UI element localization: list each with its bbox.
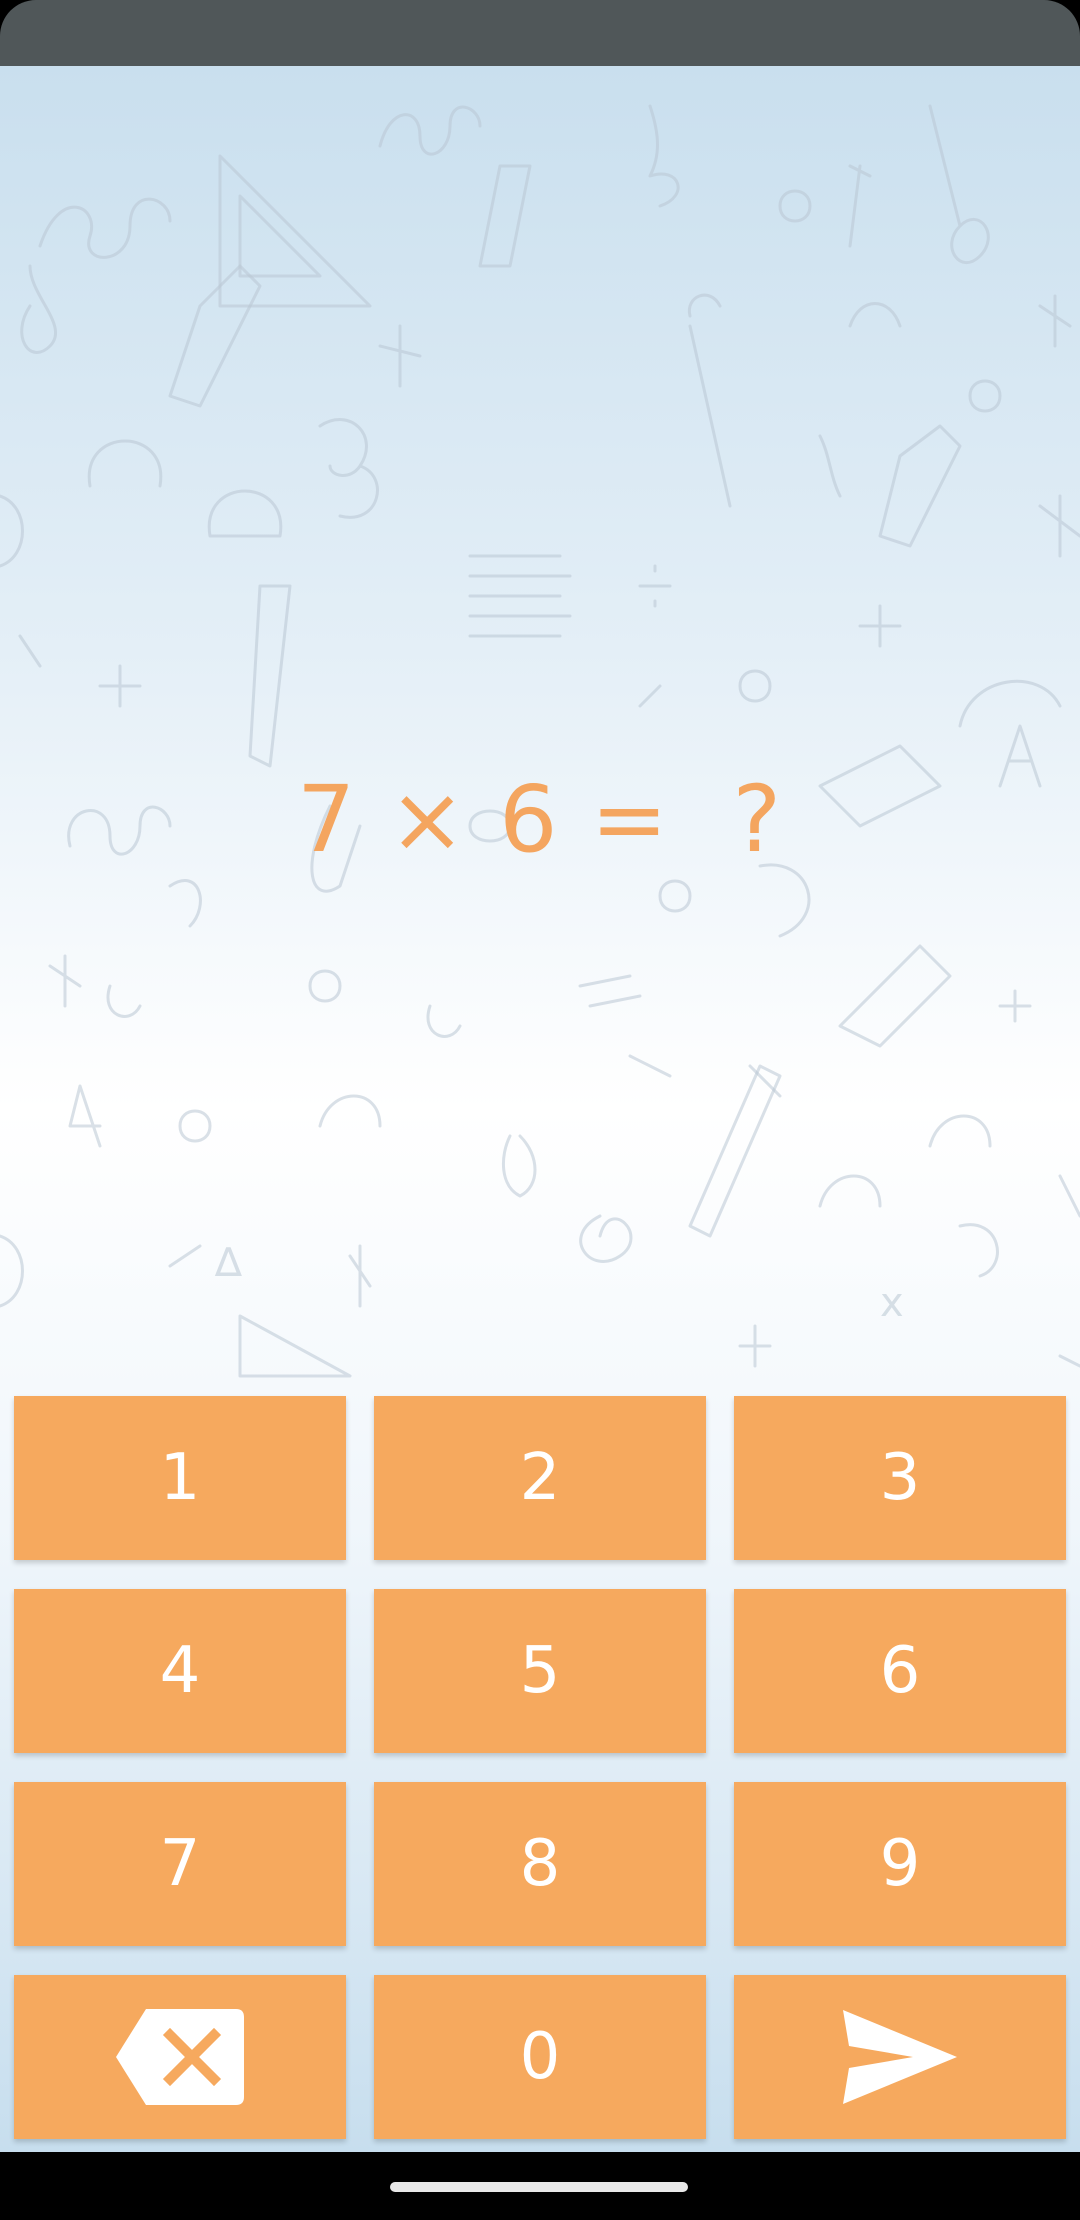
key-label: 4 xyxy=(159,1634,201,1708)
operator-multiply: × xyxy=(388,766,468,873)
send-icon xyxy=(843,2010,957,2104)
key-0[interactable]: 0 xyxy=(374,1975,706,2139)
key-4[interactable]: 4 xyxy=(14,1589,346,1753)
key-label: 6 xyxy=(879,1634,921,1708)
math-question: 7 × 6 = ? xyxy=(0,766,1080,873)
key-label: 9 xyxy=(879,1827,921,1901)
key-5[interactable]: 5 xyxy=(374,1589,706,1753)
app-area: ∆ x 7 × 6 = ? 1 2 3 4 5 6 7 8 9 0 xyxy=(0,66,1080,2152)
key-label: 1 xyxy=(159,1441,201,1515)
key-2[interactable]: 2 xyxy=(374,1396,706,1560)
key-9[interactable]: 9 xyxy=(734,1782,1066,1946)
key-7[interactable]: 7 xyxy=(14,1782,346,1946)
status-bar xyxy=(0,0,1080,66)
key-label: 7 xyxy=(159,1827,201,1901)
operand-left: 7 xyxy=(296,766,358,873)
backspace-icon xyxy=(116,2009,244,2105)
key-label: 8 xyxy=(519,1827,561,1901)
equals-sign: = xyxy=(590,766,670,873)
key-label: 5 xyxy=(519,1634,561,1708)
svg-text:x: x xyxy=(880,1280,904,1326)
home-indicator[interactable] xyxy=(390,2182,688,2192)
key-label: 0 xyxy=(519,2020,561,2094)
key-3[interactable]: 3 xyxy=(734,1396,1066,1560)
key-6[interactable]: 6 xyxy=(734,1589,1066,1753)
key-label: 2 xyxy=(519,1441,561,1515)
backspace-button[interactable] xyxy=(14,1975,346,2139)
svg-text:∆: ∆ xyxy=(214,1240,242,1286)
submit-button[interactable] xyxy=(734,1975,1066,2139)
answer-placeholder: ? xyxy=(732,766,784,873)
navigation-bar xyxy=(0,2152,1080,2220)
key-1[interactable]: 1 xyxy=(14,1396,346,1560)
key-8[interactable]: 8 xyxy=(374,1782,706,1946)
key-label: 3 xyxy=(879,1441,921,1515)
operand-right: 6 xyxy=(498,766,560,873)
